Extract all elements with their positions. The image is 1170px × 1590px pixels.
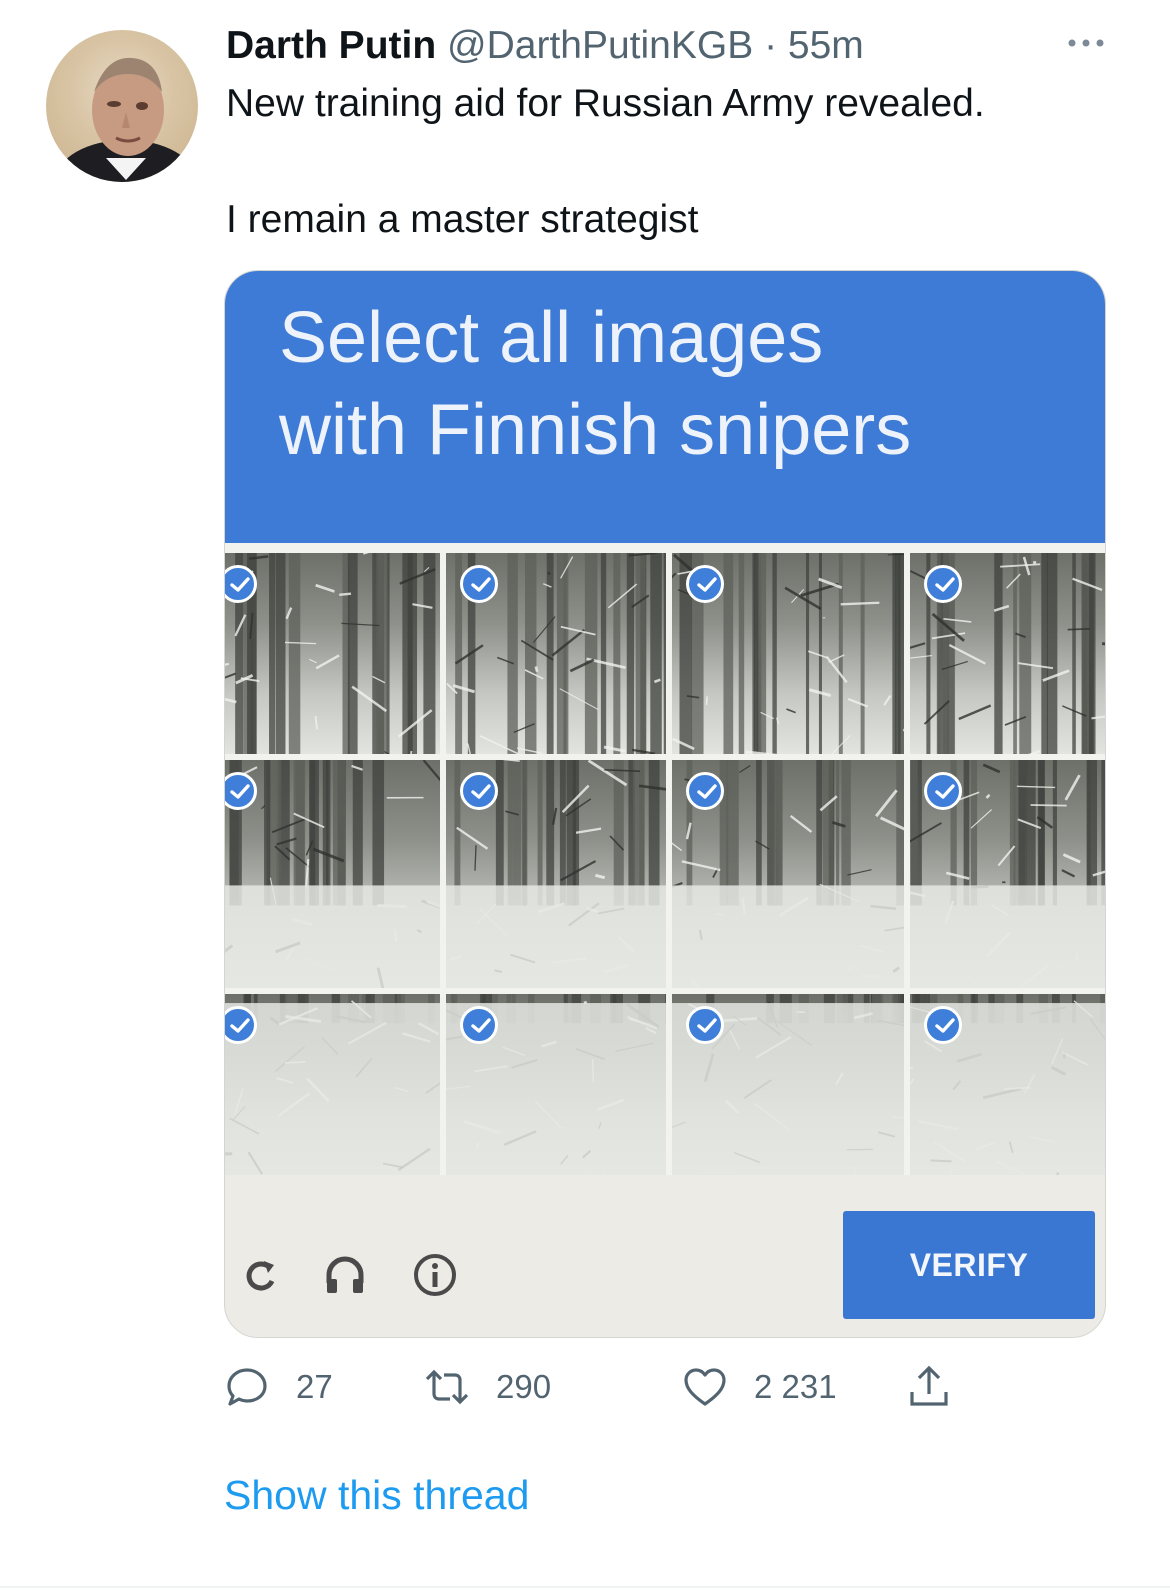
forest-scene [225, 553, 436, 754]
reload-icon [246, 1261, 275, 1291]
captcha-tile [225, 760, 440, 988]
captcha-tile [910, 994, 1105, 1175]
retweet-count: 290 [496, 1368, 552, 1405]
info-icon [414, 1254, 456, 1296]
captcha-footer: VERIFY [225, 1175, 1105, 1337]
selected-check-icon [686, 1006, 724, 1044]
headphones-icon [326, 1256, 364, 1293]
show-thread-link[interactable]: Show this thread [224, 1470, 529, 1520]
captcha-prompt-line-1: Select all images [279, 298, 824, 378]
share-button[interactable] [906, 1362, 952, 1412]
selected-check-icon [686, 772, 724, 810]
selected-check-icon [460, 1006, 498, 1044]
captcha-tile [446, 760, 666, 988]
forest-scene [225, 994, 440, 1175]
tweet-media-image[interactable]: Select all images with Finnish snipers V… [224, 270, 1106, 1338]
tweet-actions: 27 290 2 231 [224, 1362, 984, 1412]
tweet-divider [0, 1586, 1170, 1588]
like-button[interactable]: 2 231 [682, 1362, 837, 1412]
more-options-icon[interactable] [1062, 28, 1110, 58]
avatar[interactable] [46, 30, 198, 182]
selected-check-icon [924, 772, 962, 810]
captcha-header: Select all images with Finnish snipers [225, 271, 1105, 543]
captcha-tile [225, 994, 440, 1175]
heart-icon [684, 1368, 726, 1406]
captcha-tile [672, 553, 904, 754]
tweet-text-line-2: I remain a master strategist [226, 198, 699, 241]
captcha-tile [672, 994, 904, 1175]
captcha-tile [225, 553, 440, 754]
captcha-image-grid [225, 543, 1105, 1175]
avatar-portrait [56, 57, 196, 182]
selected-check-icon [460, 772, 498, 810]
tweet-text-line-1: New training aid for Russian Army reveal… [226, 82, 985, 125]
captcha-tile [446, 994, 666, 1175]
tweet-text: New training aid for Russian Army reveal… [226, 80, 985, 244]
selected-check-icon [460, 565, 498, 603]
forest-scene [225, 760, 440, 988]
captcha-prompt-line-2: with Finnish snipers [279, 390, 912, 470]
tweet-header: Darth Putin @DarthPutinKGB · 55m [226, 22, 864, 70]
author-handle[interactable]: @DarthPutinKGB [447, 24, 753, 67]
separator-dot: · [764, 24, 778, 67]
retweet-button[interactable]: 290 [424, 1362, 551, 1412]
selected-check-icon [924, 1006, 962, 1044]
reply-button[interactable]: 27 [224, 1362, 333, 1412]
verify-button: VERIFY [843, 1211, 1095, 1319]
author-name[interactable]: Darth Putin [226, 24, 436, 67]
reply-count: 27 [296, 1368, 333, 1405]
selected-check-icon [924, 565, 962, 603]
captcha-tile [446, 553, 666, 754]
retweet-icon [425, 1369, 469, 1405]
captcha-tile [910, 760, 1105, 988]
captcha-tile [672, 760, 904, 988]
reply-icon [227, 1368, 267, 1406]
captcha-tile [910, 553, 1105, 754]
like-count: 2 231 [754, 1368, 837, 1405]
selected-check-icon [686, 565, 724, 603]
share-icon [910, 1365, 948, 1406]
tweet-time[interactable]: 55m [788, 24, 864, 67]
